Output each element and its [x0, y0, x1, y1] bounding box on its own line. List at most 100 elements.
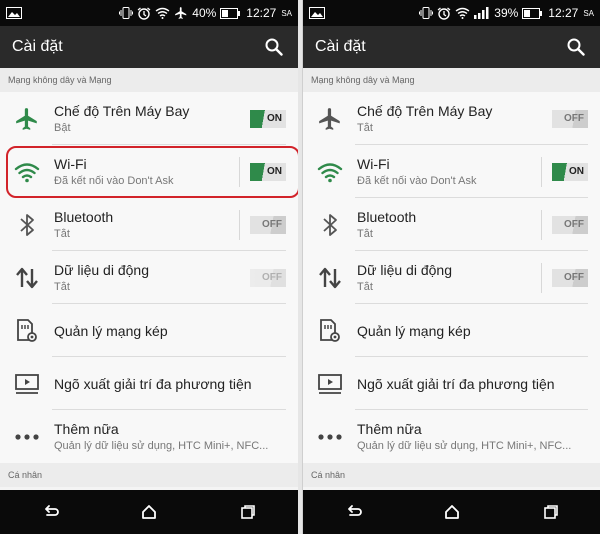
setting-title: Chế độ Trên Máy Bay	[357, 103, 493, 119]
media-output-icon	[303, 373, 357, 395]
setting-media-output[interactable]: Ngõ xuất giải trí đa phương tiện	[303, 357, 600, 410]
setting-title: Ngõ xuất giải trí đa phương tiện	[54, 375, 252, 392]
app-bar: Cài đặt	[303, 26, 600, 68]
airplane-icon	[0, 106, 54, 132]
section-header-network: Mạng không dây và Mạng	[303, 68, 600, 92]
status-bar: 40% 12:27 SA	[0, 0, 298, 26]
mobile-data-icon	[0, 267, 54, 289]
wifi-status-icon	[155, 7, 170, 19]
more-icon	[0, 433, 54, 441]
setting-subtitle: Quản lý dữ liệu sử dụng, HTC Mini+, NFC.…	[54, 440, 269, 452]
alarm-icon	[437, 6, 451, 20]
setting-subtitle: Tắt	[357, 228, 373, 240]
setting-title: Bluetooth	[54, 209, 114, 225]
bluetooth-toggle[interactable]: OFF	[250, 215, 286, 234]
alarm-icon	[137, 6, 151, 20]
setting-media-output[interactable]: Ngõ xuất giải trí đa phương tiện	[0, 357, 298, 410]
setting-subtitle: Bật	[54, 122, 71, 134]
vibrate-icon	[119, 7, 134, 19]
airplane-mode-toggle[interactable]: OFF	[552, 109, 588, 128]
mobile-data-toggle[interactable]: OFF	[552, 268, 588, 287]
clock-time: 12:27	[246, 6, 277, 20]
nav-bar	[0, 490, 298, 534]
clock-ampm: SA	[281, 8, 292, 18]
setting-mobile-data[interactable]: Dữ liệu di động Tắt OFF	[303, 251, 600, 304]
setting-subtitle: Quản lý dữ liệu sử dụng, HTC Mini+, NFC.…	[357, 440, 572, 452]
screens-container: 40% 12:27 SA Cài đặt Mạng không dây và Mạ…	[0, 0, 600, 534]
setting-wifi[interactable]: Wi-Fi Đã kết nối vào Don't Ask ON	[0, 145, 298, 198]
bluetooth-icon	[0, 213, 54, 237]
gallery-notification-icon	[309, 7, 325, 19]
setting-dual-network[interactable]: Quản lý mạng kép	[0, 304, 298, 357]
battery-icon	[522, 7, 543, 19]
wifi-toggle[interactable]: ON	[552, 162, 588, 181]
battery-percent: 40%	[192, 6, 217, 20]
section-header-personal: Cá nhân	[303, 463, 600, 487]
settings-list: Chế độ Trên Máy Bay Bật ON Wi-Fi Đã kết nố…	[0, 92, 298, 463]
setting-subtitle: Tắt	[54, 281, 70, 293]
wifi-status-icon	[455, 7, 470, 19]
bluetooth-toggle[interactable]: OFF	[552, 215, 588, 234]
battery-percent: 39%	[494, 6, 519, 20]
divider	[541, 209, 542, 240]
app-bar: Cài đặt	[0, 26, 298, 68]
home-button[interactable]	[129, 494, 169, 530]
section-header-personal: Cá nhân	[0, 463, 298, 487]
setting-more[interactable]: Thêm nữa Quản lý dữ liệu sử dụng, HTC Min…	[0, 410, 298, 463]
signal-icon	[474, 7, 490, 19]
setting-airplane-mode[interactable]: Chế độ Trên Máy Bay Bật ON	[0, 92, 298, 145]
mobile-data-toggle[interactable]: OFF	[250, 268, 286, 287]
recents-button[interactable]	[228, 494, 268, 530]
setting-dual-network[interactable]: Quản lý mạng kép	[303, 304, 600, 357]
divider	[239, 209, 240, 240]
setting-mobile-data[interactable]: Dữ liệu di động Tắt OFF	[0, 251, 298, 304]
media-output-icon	[0, 373, 54, 395]
airplane-status-icon	[174, 6, 188, 20]
setting-wifi[interactable]: Wi-Fi Đã kết nối vào Don't Ask ON	[303, 145, 600, 198]
setting-title: Dữ liệu di động	[357, 262, 452, 278]
setting-title: Chế độ Trên Máy Bay	[54, 103, 190, 119]
setting-title: Dữ liệu di động	[54, 262, 149, 278]
setting-subtitle: Tắt	[357, 122, 373, 134]
setting-subtitle: Đã kết nối vào Don't Ask	[357, 175, 477, 187]
bluetooth-icon	[303, 213, 357, 237]
nav-bar	[303, 490, 600, 534]
section-header-network: Mạng không dây và Mạng	[0, 68, 298, 92]
search-icon[interactable]	[564, 35, 588, 59]
phone-screen-right: 39% 12:27 SA Cài đặt Mạng không dây và Mạ…	[302, 0, 600, 534]
wifi-icon	[303, 161, 357, 183]
dual-sim-icon	[303, 318, 357, 344]
setting-subtitle: Tắt	[357, 281, 373, 293]
setting-more[interactable]: Thêm nữa Quản lý dữ liệu sử dụng, HTC Min…	[303, 410, 600, 463]
divider	[541, 262, 542, 293]
search-icon[interactable]	[262, 35, 286, 59]
setting-subtitle: Tắt	[54, 228, 70, 240]
vibrate-icon	[419, 7, 434, 19]
setting-subtitle: Đã kết nối vào Don't Ask	[54, 175, 174, 187]
setting-bluetooth[interactable]: Bluetooth Tắt OFF	[303, 198, 600, 251]
page-title: Cài đặt	[12, 38, 63, 55]
airplane-mode-toggle[interactable]: ON	[250, 109, 286, 128]
setting-title: Wi-Fi	[357, 156, 390, 172]
phone-screen-left: 40% 12:27 SA Cài đặt Mạng không dây và Mạ…	[0, 0, 298, 534]
setting-bluetooth[interactable]: Bluetooth Tắt OFF	[0, 198, 298, 251]
home-button[interactable]	[432, 494, 472, 530]
dual-sim-icon	[0, 318, 54, 344]
setting-title: Bluetooth	[357, 209, 417, 225]
setting-title: Thêm nữa	[357, 421, 422, 437]
gallery-notification-icon	[6, 7, 22, 19]
airplane-icon	[303, 106, 357, 132]
setting-airplane-mode[interactable]: Chế độ Trên Máy Bay Tắt OFF	[303, 92, 600, 145]
page-title: Cài đặt	[315, 38, 366, 55]
more-icon	[303, 433, 357, 441]
wifi-icon	[0, 161, 54, 183]
setting-title: Quản lý mạng kép	[357, 322, 471, 339]
clock-time: 12:27	[548, 6, 579, 20]
divider	[239, 156, 240, 187]
back-button[interactable]	[30, 494, 70, 530]
setting-title: Quản lý mạng kép	[54, 322, 168, 339]
clock-ampm: SA	[583, 8, 594, 18]
recents-button[interactable]	[531, 494, 571, 530]
wifi-toggle[interactable]: ON	[250, 162, 286, 181]
back-button[interactable]	[333, 494, 373, 530]
